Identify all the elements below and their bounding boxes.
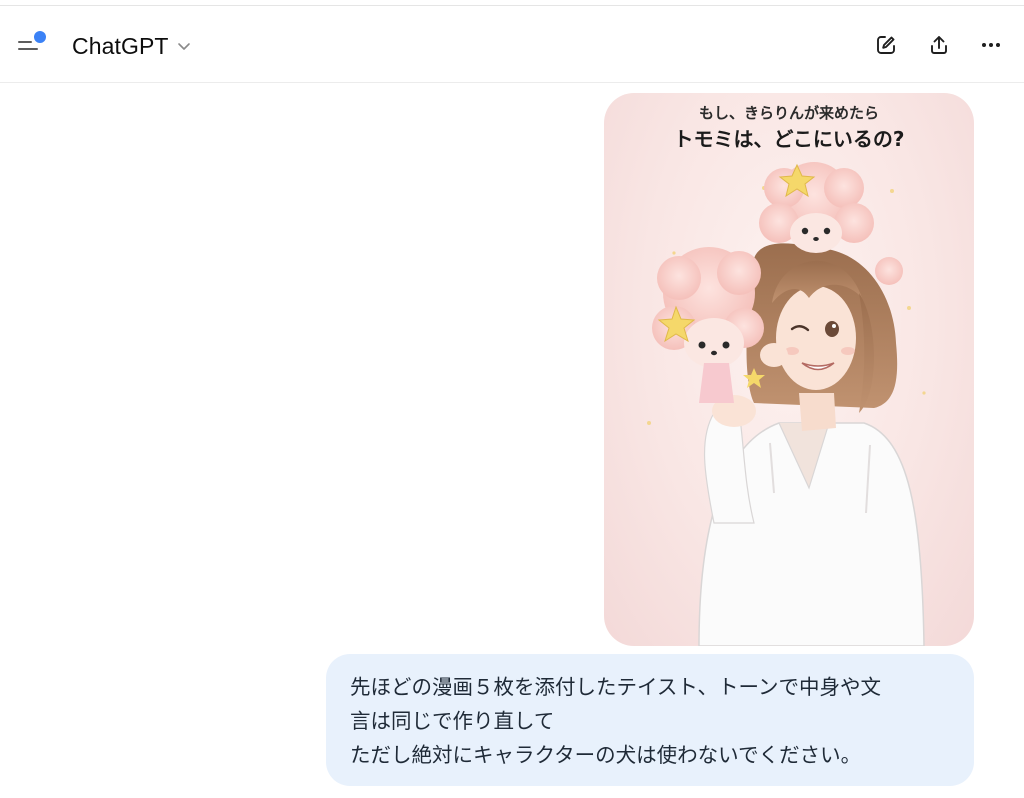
menu-line-icon [18, 41, 32, 43]
attached-image[interactable]: もし、きらりんが来めたら トモミは、どこにいるの? [604, 93, 974, 646]
menu-line-icon [18, 48, 38, 50]
chat-header: ChatGPT [0, 7, 1024, 83]
window-top-edge [0, 0, 1024, 6]
message-line: 先ほどの漫画５枚を添付したテイスト、トーンで中身や文 [350, 675, 881, 699]
model-selector[interactable]: ChatGPT [72, 31, 191, 61]
share-upload-icon [931, 36, 947, 54]
user-message-bubble: 先ほどの漫画５枚を添付したテイスト、トーンで中身や文 言は同じで作り直して ただ… [326, 654, 974, 786]
image-subtitle: もし、きらりんが来めたら [698, 104, 879, 122]
sidebar-toggle-button[interactable] [16, 31, 50, 59]
more-options-button[interactable] [977, 31, 1005, 59]
share-button[interactable] [925, 31, 953, 59]
image-title: トモミは、どこにいるの? [673, 127, 905, 151]
notification-dot [34, 31, 46, 43]
message-line: ただし絶対にキャラクターの犬は使わないでください。 [350, 743, 862, 767]
message-line: 言は同じで作り直して [350, 709, 555, 733]
more-dots-icon [982, 43, 1000, 47]
app-title: ChatGPT [72, 32, 169, 59]
illustration-artwork [647, 162, 926, 646]
new-chat-button[interactable] [872, 31, 900, 59]
edit-pencil-icon [877, 36, 895, 54]
chevron-down-icon [177, 43, 190, 50]
